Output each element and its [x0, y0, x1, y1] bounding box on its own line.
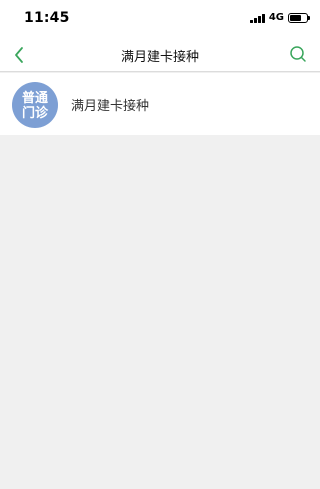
status-bar: 11:45 4G [0, 0, 320, 38]
clinic-avatar-image: 普通 门诊 [22, 90, 49, 121]
avatar: 普通 门诊 [12, 82, 58, 128]
svg-text:门诊: 门诊 [22, 105, 49, 121]
battery-icon [288, 12, 310, 23]
list-item[interactable]: 普通 门诊 满月建卡接种 [0, 73, 320, 135]
search-button[interactable] [288, 44, 308, 64]
search-icon [290, 46, 306, 62]
status-time: 11:45 [24, 10, 70, 26]
signal-icon [249, 13, 266, 23]
network-label: 4G [268, 12, 284, 23]
clinic-list: 普通 门诊 满月建卡接种 [0, 73, 320, 135]
nav-bar: 满月建卡接种 [0, 38, 320, 72]
status-indicators: 4G [249, 12, 310, 23]
list-item-label: 满月建卡接种 [71, 99, 150, 114]
page-title: 满月建卡接种 [120, 50, 199, 65]
svg-text:普通: 普通 [22, 90, 48, 106]
